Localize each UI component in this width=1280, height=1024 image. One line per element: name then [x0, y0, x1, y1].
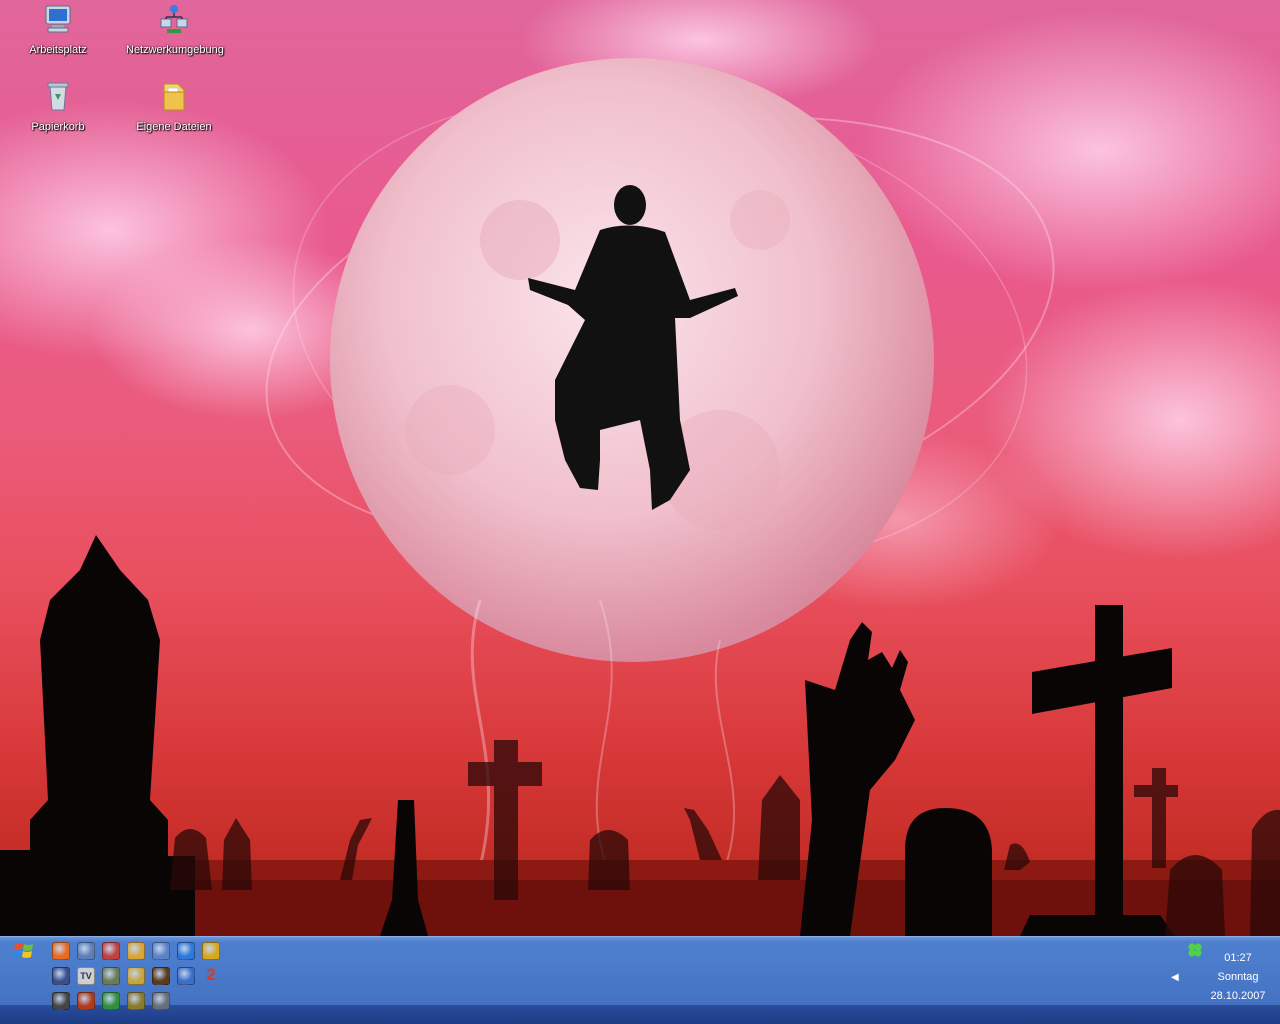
desktop-icon-my-computer[interactable]: Arbeitsplatz — [10, 3, 106, 57]
desktop-icon-label: Netzwerkumgebung — [126, 44, 224, 56]
firefox-icon[interactable] — [52, 942, 70, 960]
desktop[interactable]: Arbeitsplatz Netzwerkumgebung Papierkorb — [0, 0, 1280, 936]
app-smiley-icon[interactable] — [202, 942, 220, 960]
app-wolf-icon[interactable] — [52, 992, 70, 1010]
number-two-icon[interactable]: 2 — [202, 966, 220, 985]
app-bug-icon[interactable] — [127, 992, 145, 1010]
start-button[interactable] — [12, 940, 36, 962]
recycle-bin-icon — [42, 80, 74, 112]
desktop-icon-label: Papierkorb — [31, 121, 85, 133]
app-person-icon[interactable] — [177, 967, 195, 985]
notepad-icon[interactable] — [127, 967, 145, 985]
clock-date: 28.10.2007 — [1210, 990, 1266, 1002]
network-places-icon — [158, 3, 190, 35]
taskbar-bottom-strip — [0, 1005, 1280, 1024]
globe-icon[interactable] — [77, 942, 95, 960]
desktop-icon-network-places[interactable]: Netzwerkumgebung — [126, 3, 224, 57]
windows-flag-icon — [13, 943, 33, 958]
desktop-icon-label: Arbeitsplatz — [29, 44, 87, 56]
app-dark-icon[interactable] — [152, 967, 170, 985]
tv-icon[interactable]: TV — [77, 967, 95, 985]
app-round-icon[interactable] — [152, 942, 170, 960]
app-green-bar-icon[interactable] — [102, 992, 120, 1010]
clock-day: Sonntag — [1217, 971, 1259, 983]
my-computer-icon — [42, 3, 74, 35]
app-square-icon[interactable] — [77, 992, 95, 1010]
wallpaper — [0, 0, 1280, 936]
my-documents-folder-icon — [158, 80, 190, 112]
desktop-icon-label: Eigene Dateien — [136, 121, 212, 133]
clock-time[interactable]: 01:27 — [1198, 952, 1278, 964]
app-crest-icon[interactable] — [152, 992, 170, 1010]
app-pencil-icon[interactable] — [127, 942, 145, 960]
chevron-left-icon[interactable]: ◀ — [1171, 971, 1181, 985]
desktop-icon-recycle-bin[interactable]: Papierkorb — [10, 80, 106, 134]
app-planet-icon[interactable] — [52, 967, 70, 985]
media-player-icon[interactable] — [177, 942, 195, 960]
image-viewer-icon[interactable] — [102, 967, 120, 985]
ie-icon[interactable] — [102, 942, 120, 960]
desktop-icon-my-documents[interactable]: Eigene Dateien — [126, 80, 222, 134]
